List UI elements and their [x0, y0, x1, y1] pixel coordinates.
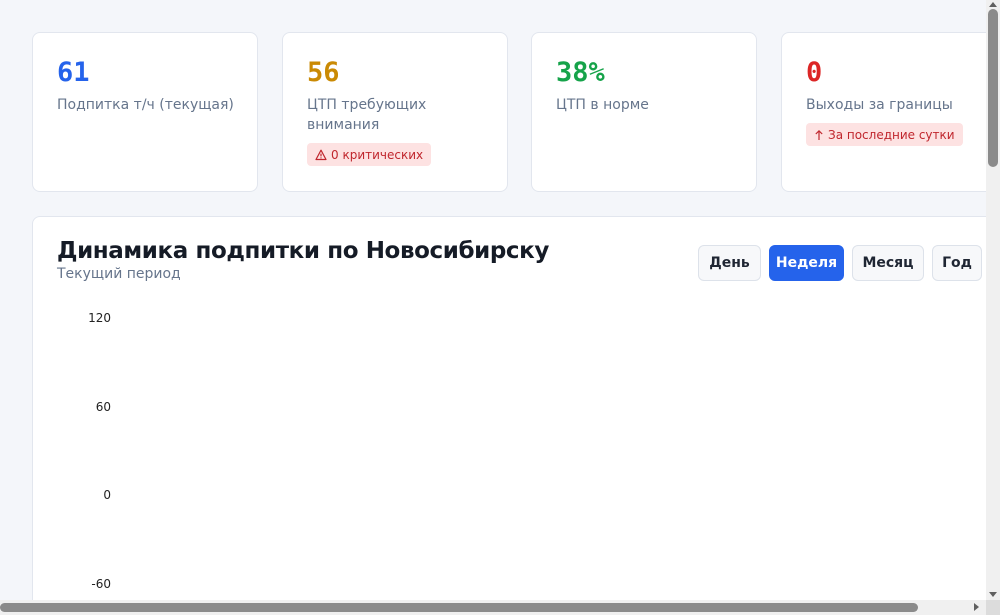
kpi-label: Подпитка т/ч (текущая)	[57, 97, 234, 113]
scroll-up-icon[interactable]	[989, 2, 997, 7]
period-month-button[interactable]: Месяц	[852, 245, 924, 281]
critical-badge: 0 критических	[307, 143, 432, 166]
kpi-label: ЦТП требующих внимания	[307, 97, 427, 133]
panel-title: Динамика подпитки по Новосибирску	[57, 238, 549, 264]
y-tick-label: 0	[103, 488, 111, 503]
kpi-label: ЦТП в норме	[556, 97, 649, 113]
period-year-button[interactable]: Год	[932, 245, 982, 281]
kpi-label: Выходы за границы	[806, 97, 953, 113]
kpi-value: 0	[806, 57, 823, 88]
last-day-badge: За последние сутки	[806, 123, 963, 146]
period-day-button[interactable]: День	[698, 245, 761, 281]
arrow-up-icon	[815, 129, 823, 140]
horizontal-scrollbar[interactable]	[0, 600, 986, 615]
period-week-button[interactable]: Неделя	[769, 245, 844, 281]
horizontal-scroll-thumb[interactable]	[0, 603, 918, 612]
alert-triangle-icon	[315, 149, 327, 160]
vertical-scroll-thumb[interactable]	[988, 9, 998, 167]
vertical-scrollbar[interactable]	[986, 0, 1000, 600]
y-tick-label: 120	[88, 311, 111, 325]
dashboard-viewport: 61 Подпитка т/ч (текущая) 56 ЦТП требующ…	[0, 0, 986, 600]
kpi-card-out-of-bounds: 0 Выходы за границы За последние сутки	[781, 32, 986, 192]
badge-text: 0 критических	[331, 147, 424, 162]
kpi-card-attention: 56 ЦТП требующих внимания 0 критических	[282, 32, 508, 192]
kpi-card-makeup-flow: 61 Подпитка т/ч (текущая)	[32, 32, 258, 192]
scroll-down-icon[interactable]	[989, 592, 997, 597]
makeup-dynamics-panel: Динамика подпитки по Новосибирску Текущи…	[32, 216, 986, 600]
y-tick-label: 60	[95, 399, 111, 414]
panel-subtitle: Текущий период	[57, 266, 181, 282]
kpi-value: 38%	[556, 57, 605, 88]
kpi-card-normal: 38% ЦТП в норме	[531, 32, 757, 192]
y-tick-label: -60	[91, 577, 111, 591]
scroll-right-icon[interactable]	[974, 603, 979, 611]
badge-text: За последние сутки	[828, 127, 955, 142]
kpi-value: 56	[307, 57, 340, 88]
kpi-value: 61	[57, 57, 90, 88]
scrollbar-corner	[986, 600, 1000, 615]
